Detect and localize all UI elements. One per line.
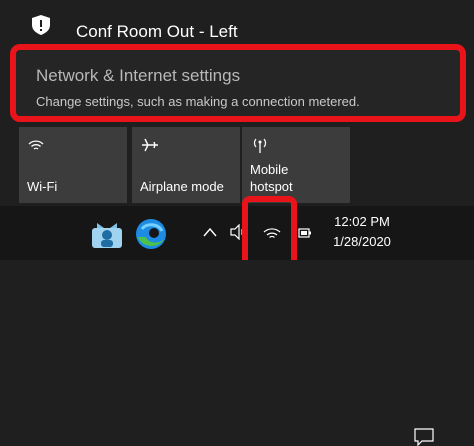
wifi-icon	[28, 140, 44, 150]
hotspot-label-line1: Mobile	[250, 162, 289, 177]
clock[interactable]: 12:02 PM 1/28/2020	[314, 212, 410, 252]
network-list-item[interactable]: Conf Room Out - Left	[0, 0, 474, 41]
settings-link-title: Network & Internet settings	[36, 66, 241, 85]
wifi-tray-highlight	[242, 196, 297, 260]
airplane-icon	[142, 138, 158, 152]
airplane-mode-quick-action[interactable]: Airplane mode	[132, 127, 240, 203]
wifi-label: Wi-Fi	[27, 179, 58, 194]
quick-actions: Wi-Fi Airplane mode Mobile hotspot	[0, 124, 474, 206]
notification-icon[interactable]	[414, 428, 434, 446]
people-icon[interactable]	[90, 218, 124, 250]
clock-time: 12:02 PM	[334, 214, 390, 229]
hotspot-icon	[253, 138, 267, 153]
battery-icon[interactable]	[298, 227, 312, 239]
network-name: Conf Room Out - Left	[76, 22, 238, 41]
hotspot-label-line2: hotspot	[250, 179, 293, 194]
chevron-up-icon[interactable]	[203, 227, 217, 237]
network-internet-settings-link[interactable]: Network & Internet settings Change setti…	[10, 44, 466, 122]
airplane-mode-label: Airplane mode	[140, 179, 224, 194]
clock-date: 1/28/2020	[333, 234, 391, 249]
wifi-quick-action[interactable]: Wi-Fi	[19, 127, 127, 203]
mobile-hotspot-label: Mobile hotspot	[250, 161, 293, 195]
secured-wifi-icon	[32, 15, 50, 35]
edge-icon[interactable]	[134, 217, 168, 251]
settings-link-subtitle: Change settings, such as making a connec…	[36, 94, 360, 109]
mobile-hotspot-quick-action[interactable]: Mobile hotspot	[242, 127, 350, 203]
